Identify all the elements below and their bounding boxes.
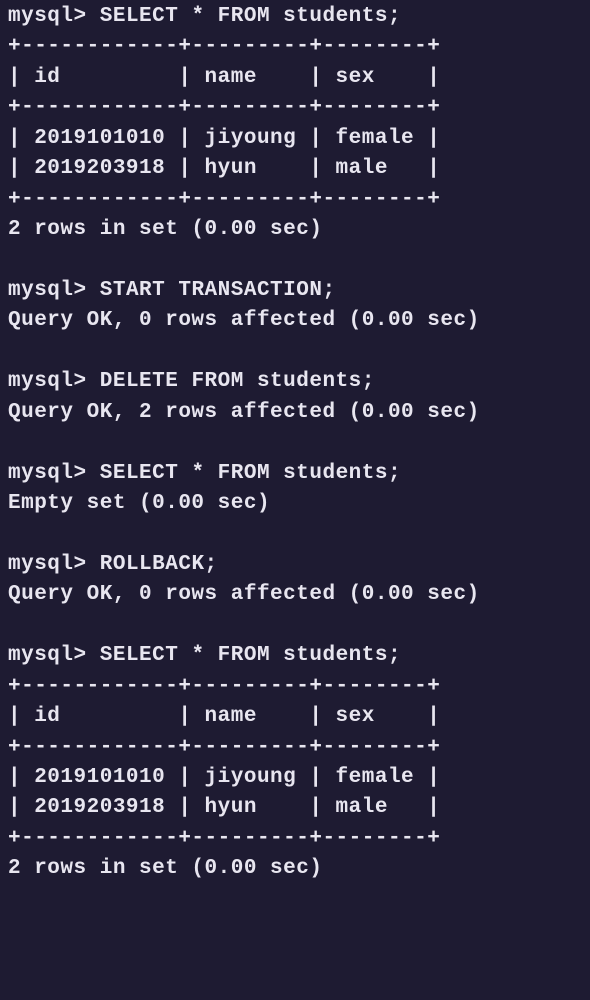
- table-border: +------------+---------+--------+: [8, 736, 440, 759]
- table-border: +------------+---------+--------+: [8, 675, 440, 698]
- result-status: Query OK, 2 rows affected (0.00 sec): [8, 401, 480, 424]
- table-border: +------------+---------+--------+: [8, 35, 440, 58]
- prompt: mysql>: [8, 370, 87, 393]
- result-status: 2 rows in set (0.00 sec): [8, 857, 322, 880]
- table-border: +------------+---------+--------+: [8, 96, 440, 119]
- table-header: | id | name | sex |: [8, 705, 440, 728]
- terminal-output: mysql> SELECT * FROM students; +--------…: [8, 2, 582, 885]
- prompt: mysql>: [8, 5, 87, 28]
- result-status: Query OK, 0 rows affected (0.00 sec): [8, 309, 480, 332]
- prompt: mysql>: [8, 553, 87, 576]
- table-border: +------------+---------+--------+: [8, 188, 440, 211]
- prompt: mysql>: [8, 644, 87, 667]
- table-row: | 2019203918 | hyun | male |: [8, 796, 440, 819]
- sql-query-select: SELECT * FROM students;: [100, 5, 401, 28]
- table-border: +------------+---------+--------+: [8, 827, 440, 850]
- result-status: 2 rows in set (0.00 sec): [8, 218, 322, 241]
- sql-query-delete: DELETE FROM students;: [100, 370, 375, 393]
- table-header: | id | name | sex |: [8, 66, 440, 89]
- prompt: mysql>: [8, 279, 87, 302]
- sql-query-select: SELECT * FROM students;: [100, 462, 401, 485]
- sql-query-select: SELECT * FROM students;: [100, 644, 401, 667]
- table-row: | 2019203918 | hyun | male |: [8, 157, 440, 180]
- result-status: Empty set (0.00 sec): [8, 492, 270, 515]
- sql-query-start-transaction: START TRANSACTION;: [100, 279, 336, 302]
- prompt: mysql>: [8, 462, 87, 485]
- table-row: | 2019101010 | jiyoung | female |: [8, 127, 440, 150]
- sql-query-rollback: ROLLBACK;: [100, 553, 218, 576]
- result-status: Query OK, 0 rows affected (0.00 sec): [8, 583, 480, 606]
- table-row: | 2019101010 | jiyoung | female |: [8, 766, 440, 789]
